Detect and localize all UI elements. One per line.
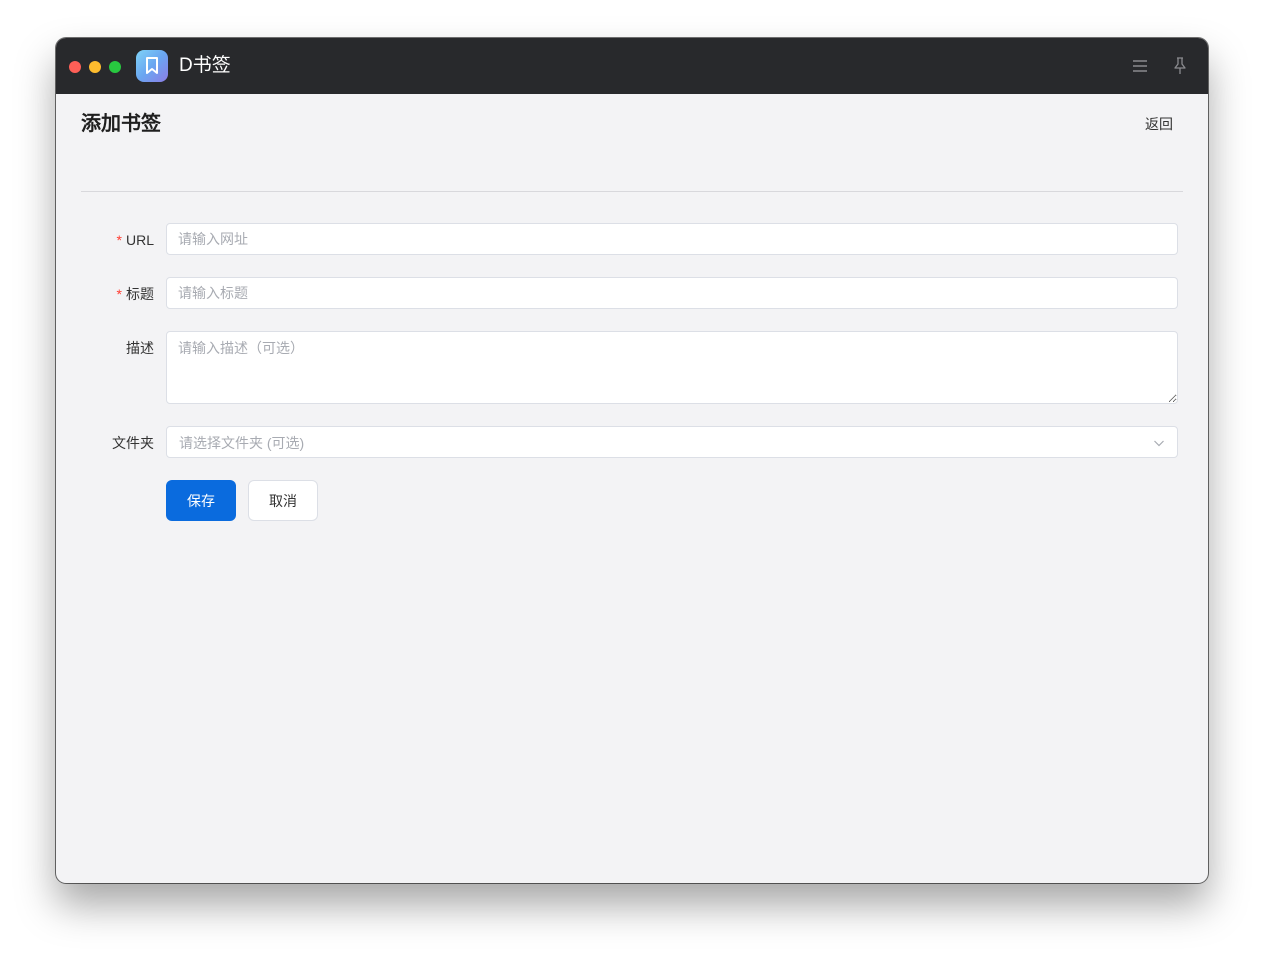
close-window-button[interactable] (69, 61, 81, 73)
description-textarea[interactable] (166, 331, 1178, 404)
url-label-text: URL (125, 232, 154, 248)
menu-icon[interactable] (1130, 56, 1150, 76)
folder-select[interactable]: 请选择文件夹 (可选) (166, 426, 1178, 458)
url-input[interactable] (166, 223, 1178, 255)
url-label: * URL (117, 231, 154, 249)
pin-icon[interactable] (1170, 56, 1190, 76)
app-title: D书签 (179, 55, 231, 76)
folder-label: 文件夹 (112, 435, 154, 451)
cancel-button[interactable]: 取消 (248, 480, 318, 521)
folder-select-placeholder: 请选择文件夹 (可选) (179, 435, 305, 451)
required-mark: * (116, 232, 122, 248)
save-button[interactable]: 保存 (166, 480, 236, 521)
minimize-window-button[interactable] (89, 61, 101, 73)
title-label: * 标题 (117, 285, 154, 303)
bookmark-icon (136, 50, 168, 82)
description-label: 描述 (126, 340, 154, 356)
zoom-window-button[interactable] (109, 61, 121, 73)
title-bar: D书签 (56, 38, 1208, 94)
app-window: D书签 添加书签 返回 *URL *标题 描述 文件夹 请选 (56, 38, 1208, 883)
main-content: 添加书签 返回 *URL *标题 描述 文件夹 请选择文件夹 (可选) 保存 取… (56, 94, 1208, 883)
back-button[interactable]: 返回 (1145, 115, 1173, 133)
header-divider (81, 191, 1183, 192)
required-mark: * (116, 286, 122, 302)
chevron-down-icon (1154, 440, 1164, 447)
page-title: 添加书签 (81, 113, 161, 135)
title-label-text: 标题 (126, 286, 154, 302)
title-input[interactable] (166, 277, 1178, 309)
